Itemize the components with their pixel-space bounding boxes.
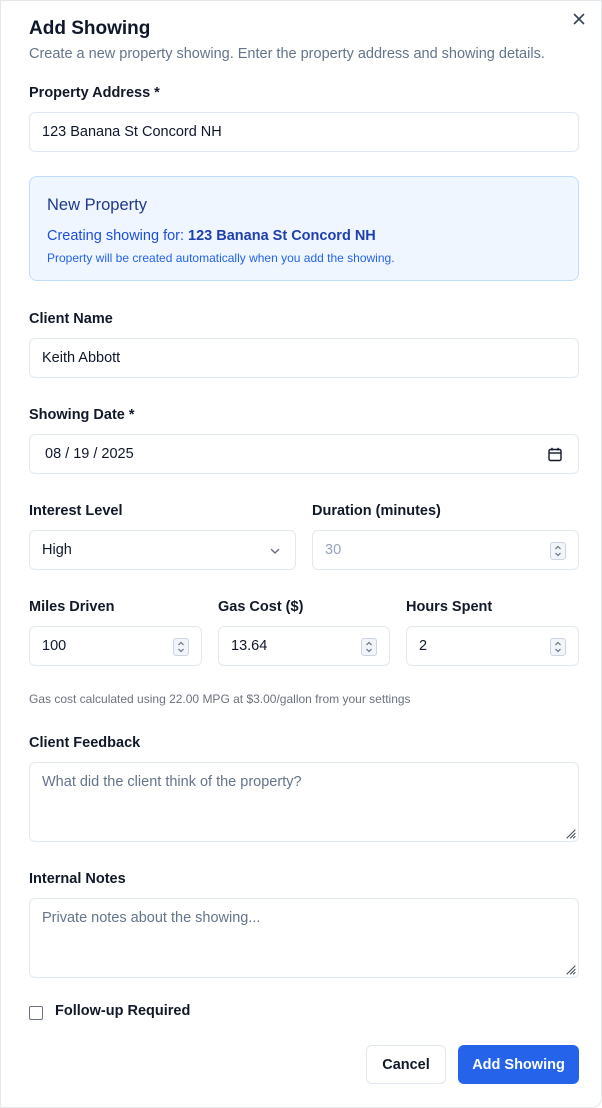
interest-level-select[interactable]: High [29,530,296,570]
client-feedback-textarea[interactable]: What did the client think of the propert… [29,762,579,842]
gas-cost-label: Gas Cost ($) [218,599,304,615]
miles-driven-input[interactable]: 100 [29,626,202,666]
client-feedback-label: Client Feedback [29,735,141,751]
property-address-label: Property Address * [29,85,160,101]
miles-driven-value: 100 [42,638,67,654]
stepper-arrows-icon [555,545,561,557]
gas-cost-helper-text: Gas cost calculated using 22.00 MPG at $… [29,692,411,706]
follow-up-checkbox[interactable] [29,1006,43,1020]
internal-notes-label: Internal Notes [29,871,126,887]
interest-level-label: Interest Level [29,503,123,519]
calendar-icon[interactable] [548,447,562,462]
new-property-title: New Property [47,196,147,214]
dialog-subtitle: Create a new property showing. Enter the… [29,46,545,62]
dialog-title: Add Showing [29,18,151,39]
client-name-input[interactable] [29,338,579,378]
creating-showing-prefix: Creating showing for: [47,228,185,244]
hours-spent-stepper[interactable] [550,638,566,656]
add-showing-button[interactable]: Add Showing [458,1045,579,1084]
stepper-arrows-icon [555,641,561,653]
resize-grip-icon[interactable] [564,827,576,839]
duration-input[interactable]: 30 [312,530,579,570]
add-showing-dialog: Add Showing Create a new property showin… [0,0,602,1108]
interest-level-value: High [42,542,72,558]
internal-notes-placeholder: Private notes about the showing... [42,910,261,926]
internal-notes-textarea[interactable]: Private notes about the showing... [29,898,579,978]
stepper-arrows-icon [178,641,184,653]
gas-cost-input[interactable]: 13.64 [218,626,390,666]
chevron-down-icon [270,548,280,554]
hours-spent-value: 2 [419,638,428,654]
follow-up-label[interactable]: Follow-up Required [55,1003,190,1019]
creating-showing-text: Creating showing for: 123 Banana St Conc… [47,228,376,244]
client-name-label: Client Name [29,311,113,327]
cancel-button[interactable]: Cancel [366,1045,446,1084]
showing-date-input[interactable]: 08 / 19 / 2025 [29,434,579,474]
new-property-note: Property will be created automatically w… [47,251,395,265]
duration-stepper[interactable] [550,542,566,560]
close-button[interactable] [569,9,589,29]
gas-cost-value: 13.64 [231,638,268,654]
close-icon [573,13,585,25]
creating-showing-address: 123 Banana St Concord NH [188,228,376,244]
client-feedback-placeholder: What did the client think of the propert… [42,774,302,790]
stepper-arrows-icon [366,641,372,653]
gas-cost-stepper[interactable] [361,638,377,656]
hours-spent-label: Hours Spent [406,599,493,615]
showing-date-value: 08 / 19 / 2025 [45,446,134,462]
new-property-notice: New Property Creating showing for: 123 B… [29,176,579,281]
property-address-input[interactable] [29,112,579,152]
resize-grip-icon[interactable] [564,963,576,975]
hours-spent-input[interactable]: 2 [406,626,579,666]
showing-date-label: Showing Date * [29,407,135,423]
miles-driven-stepper[interactable] [173,638,189,656]
miles-driven-label: Miles Driven [29,599,115,615]
duration-placeholder: 30 [325,542,342,558]
duration-label: Duration (minutes) [312,503,441,519]
